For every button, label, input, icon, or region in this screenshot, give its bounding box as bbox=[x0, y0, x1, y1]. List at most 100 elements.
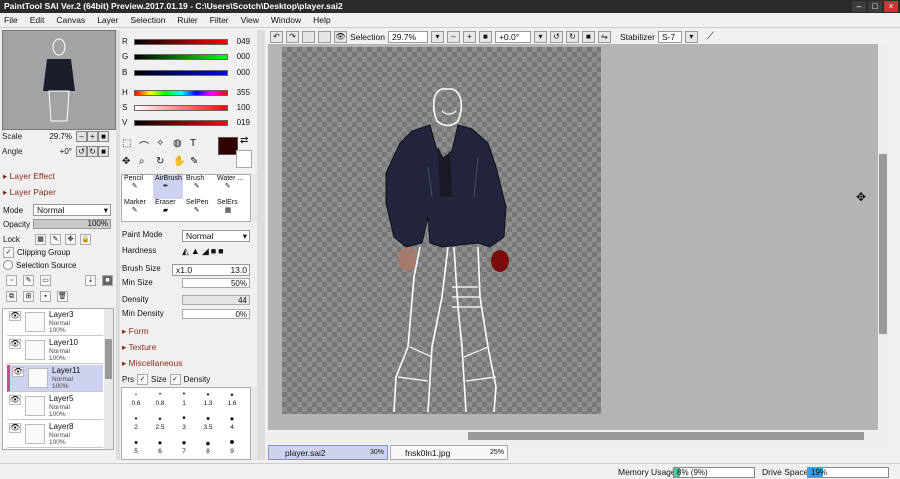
duplicate-icon[interactable]: ⧉ bbox=[6, 291, 17, 302]
undo-icon[interactable]: ↶ bbox=[270, 30, 283, 43]
color-slider-r[interactable] bbox=[134, 39, 228, 45]
lock-paint-icon[interactable]: ✎ bbox=[50, 234, 61, 245]
rotate-cw-icon[interactable]: ↻ bbox=[565, 30, 579, 43]
lock-transparency-icon[interactable]: ▦ bbox=[35, 234, 46, 245]
menu-selection[interactable]: Selection bbox=[130, 15, 165, 25]
brush-size-preset[interactable]: • 9 bbox=[220, 435, 244, 455]
magic-wand-icon[interactable]: ✧ bbox=[156, 138, 173, 153]
menu-view[interactable]: View bbox=[241, 15, 259, 25]
invert-select-icon[interactable] bbox=[318, 30, 331, 43]
secondary-color-swatch[interactable] bbox=[236, 150, 252, 168]
paint-mode-select[interactable]: Normal ▾ bbox=[182, 230, 250, 242]
menu-ruler[interactable]: Ruler bbox=[177, 15, 197, 25]
stabilizer-select[interactable]: S-7 bbox=[657, 30, 682, 43]
brush-size-preset[interactable]: • 7 bbox=[172, 436, 196, 455]
brush-size-preset[interactable]: • 1.3 bbox=[196, 390, 220, 407]
tool-selpen[interactable]: SelPen ✎ bbox=[184, 199, 214, 223]
color-slider-s[interactable] bbox=[134, 105, 228, 111]
brush-size-preset[interactable]: • 5 bbox=[124, 438, 148, 456]
menu-window[interactable]: Window bbox=[271, 15, 301, 25]
transfer-icon[interactable]: ⇣ bbox=[85, 275, 96, 286]
zoom-icon[interactable]: ⌕ bbox=[139, 156, 156, 167]
merge-icon[interactable]: ■ bbox=[102, 275, 113, 286]
brush-size-preset[interactable]: • 0.8 bbox=[148, 390, 172, 407]
layer-scrollbar[interactable] bbox=[104, 309, 113, 449]
new-folder-icon[interactable]: ▭ bbox=[40, 275, 51, 286]
rotate-reset-button[interactable]: ■ bbox=[98, 146, 109, 157]
layer-row[interactable]: 👁 Layer5 Normal 100% bbox=[7, 393, 103, 420]
texture-section[interactable]: ▸ Texture bbox=[122, 342, 156, 353]
tool-airbrush[interactable]: AirBrush ✒ bbox=[153, 175, 183, 199]
eye-icon[interactable]: 👁 bbox=[9, 423, 21, 433]
flip-icon[interactable]: ⇋ bbox=[597, 30, 611, 43]
menu-help[interactable]: Help bbox=[313, 15, 330, 25]
stabilizer-dropdown-icon[interactable]: ▾ bbox=[684, 30, 698, 43]
color-slider-h[interactable] bbox=[134, 90, 228, 96]
canvas-vscrollbar[interactable] bbox=[878, 44, 888, 430]
min-density-slider[interactable]: 0% bbox=[182, 309, 250, 319]
brush-size-preset[interactable]: • 1.6 bbox=[220, 390, 244, 407]
primary-color-swatch[interactable] bbox=[218, 137, 238, 155]
color-slider-b[interactable] bbox=[134, 70, 228, 76]
merge-down-icon[interactable]: ⊞ bbox=[23, 291, 34, 302]
lock-all-icon[interactable]: 🔒 bbox=[80, 234, 91, 245]
layer-row[interactable]: 👁 Layer3 Normal 100% bbox=[7, 309, 103, 336]
layer-row[interactable]: 👁 Layer8 Normal 100% bbox=[7, 421, 103, 448]
redo-icon[interactable]: ↷ bbox=[286, 30, 299, 43]
brush-size-preset[interactable]: • 3.5 bbox=[196, 414, 220, 432]
panel-divider[interactable] bbox=[116, 30, 120, 460]
shape-icon[interactable]: ◍ bbox=[173, 138, 190, 153]
brush-size-preset[interactable]: • 6 bbox=[148, 437, 172, 455]
rotate-left-button[interactable]: ↺ bbox=[76, 146, 87, 157]
zoom-in-icon[interactable]: + bbox=[462, 30, 476, 43]
mode-select[interactable]: Normal ▾ bbox=[33, 204, 111, 216]
rotate-right-button[interactable]: ↻ bbox=[87, 146, 98, 157]
brush-size-preset[interactable]: • 8 bbox=[196, 436, 220, 455]
tool-selers[interactable]: SelErs ▦ bbox=[215, 199, 245, 223]
move-icon[interactable]: ✥ bbox=[122, 156, 139, 167]
lasso-icon[interactable]: ⌒ bbox=[139, 138, 156, 153]
brush-size-preset[interactable]: • 0.6 bbox=[124, 390, 148, 407]
text-icon[interactable]: T bbox=[190, 138, 207, 153]
brush-size-preset[interactable]: • 4 bbox=[220, 413, 244, 431]
angle-dropdown-icon[interactable]: ▾ bbox=[533, 30, 547, 43]
maximize-icon[interactable]: □ bbox=[868, 1, 882, 12]
navigator-preview[interactable] bbox=[2, 30, 116, 130]
layer-effect-section[interactable]: ▸ Layer Effect bbox=[3, 171, 55, 182]
eye-icon[interactable]: 👁 bbox=[9, 311, 21, 321]
menu-edit[interactable]: Edit bbox=[30, 15, 45, 25]
brush-size-preset[interactable]: • 3 bbox=[172, 414, 196, 432]
swap-colors-icon[interactable]: ⇄ bbox=[240, 135, 248, 146]
canvas-document[interactable] bbox=[282, 47, 601, 414]
clear-layer-icon[interactable]: ▪ bbox=[40, 291, 51, 302]
layer-row[interactable]: 👁 Layer10 Normal 100% bbox=[7, 337, 103, 364]
eye-icon[interactable]: 👁 bbox=[9, 395, 21, 405]
doc-tab-player[interactable]: player.sai2 30% bbox=[268, 445, 388, 460]
clipping-checkbox[interactable]: ✓ bbox=[3, 247, 14, 258]
canvas-area[interactable]: ✥ bbox=[268, 44, 888, 441]
hand-icon[interactable]: ✋ bbox=[173, 156, 190, 167]
zoom-reset-button[interactable]: ■ bbox=[98, 131, 109, 142]
menu-layer[interactable]: Layer bbox=[97, 15, 118, 25]
zoom-out-icon[interactable]: – bbox=[446, 30, 460, 43]
prs-size-checkbox[interactable]: ✓ bbox=[137, 374, 148, 385]
line-tool-icon[interactable]: ⟋ bbox=[707, 31, 714, 42]
selection-source-radio[interactable] bbox=[3, 260, 13, 270]
prs-density-checkbox[interactable]: ✓ bbox=[169, 374, 181, 385]
color-slider-v[interactable] bbox=[134, 120, 228, 126]
doc-tab-fnsk[interactable]: fnsk0ln1.jpg 25% bbox=[390, 445, 508, 460]
tool-brush[interactable]: Brush ✎ bbox=[184, 175, 214, 199]
eyedropper-icon[interactable]: ✎ bbox=[190, 156, 207, 167]
rotate-icon[interactable]: ↻ bbox=[156, 156, 173, 167]
new-layer-icon[interactable]: ▫ bbox=[6, 275, 17, 286]
rotate-reset-icon[interactable]: ■ bbox=[581, 30, 595, 43]
zoom-dropdown-icon[interactable]: ▾ bbox=[430, 30, 444, 43]
zoom-select[interactable]: 29.7% bbox=[387, 30, 428, 43]
tool-pencil[interactable]: Pencil ✎ bbox=[122, 175, 152, 199]
rotate-ccw-icon[interactable]: ↺ bbox=[549, 30, 563, 43]
menu-file[interactable]: File bbox=[4, 15, 18, 25]
eye-icon[interactable]: 👁 bbox=[12, 367, 24, 377]
minimize-icon[interactable]: – bbox=[852, 1, 866, 12]
layer-row-selected[interactable]: 👁 Layer11 Normal 100% bbox=[7, 365, 103, 392]
density-slider[interactable]: 44 bbox=[182, 295, 250, 305]
